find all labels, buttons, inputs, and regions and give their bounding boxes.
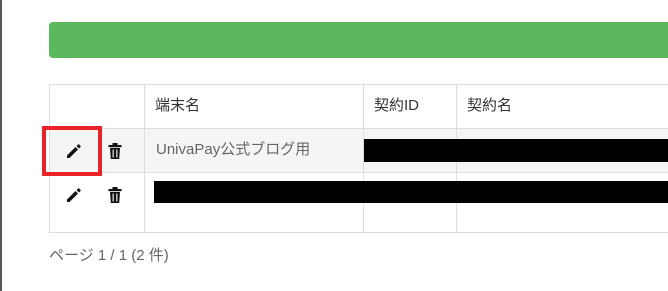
trash-icon[interactable] (105, 141, 125, 161)
column-header-contract-id: 契約ID (363, 84, 457, 129)
redaction-bar-row2 (154, 181, 668, 203)
column-header-terminal-name: 端末名 (144, 84, 364, 129)
column-header-actions (49, 84, 145, 129)
pencil-icon[interactable] (64, 185, 84, 205)
column-header-contract-name: 契約名 (456, 84, 668, 129)
table-header-row: 端末名 契約ID 契約名 (49, 84, 668, 129)
terminal-name: UnivaPay公式ブログ用 (156, 141, 311, 158)
terminal-list-page: 端末名 契約ID 契約名 UnivaPay公式ブログ用 ページ 1 / 1 (2… (0, 0, 668, 291)
redaction-bar-row1 (364, 139, 668, 162)
green-action-bar[interactable] (49, 22, 668, 58)
trash-icon[interactable] (105, 185, 125, 205)
left-border (0, 0, 2, 291)
terminal-name-cell: UnivaPay公式ブログ用 (144, 128, 364, 173)
pagination-info: ページ 1 / 1 (2 件) (49, 247, 169, 264)
edit-highlight-box (42, 126, 102, 176)
row-actions-cell (49, 172, 145, 233)
